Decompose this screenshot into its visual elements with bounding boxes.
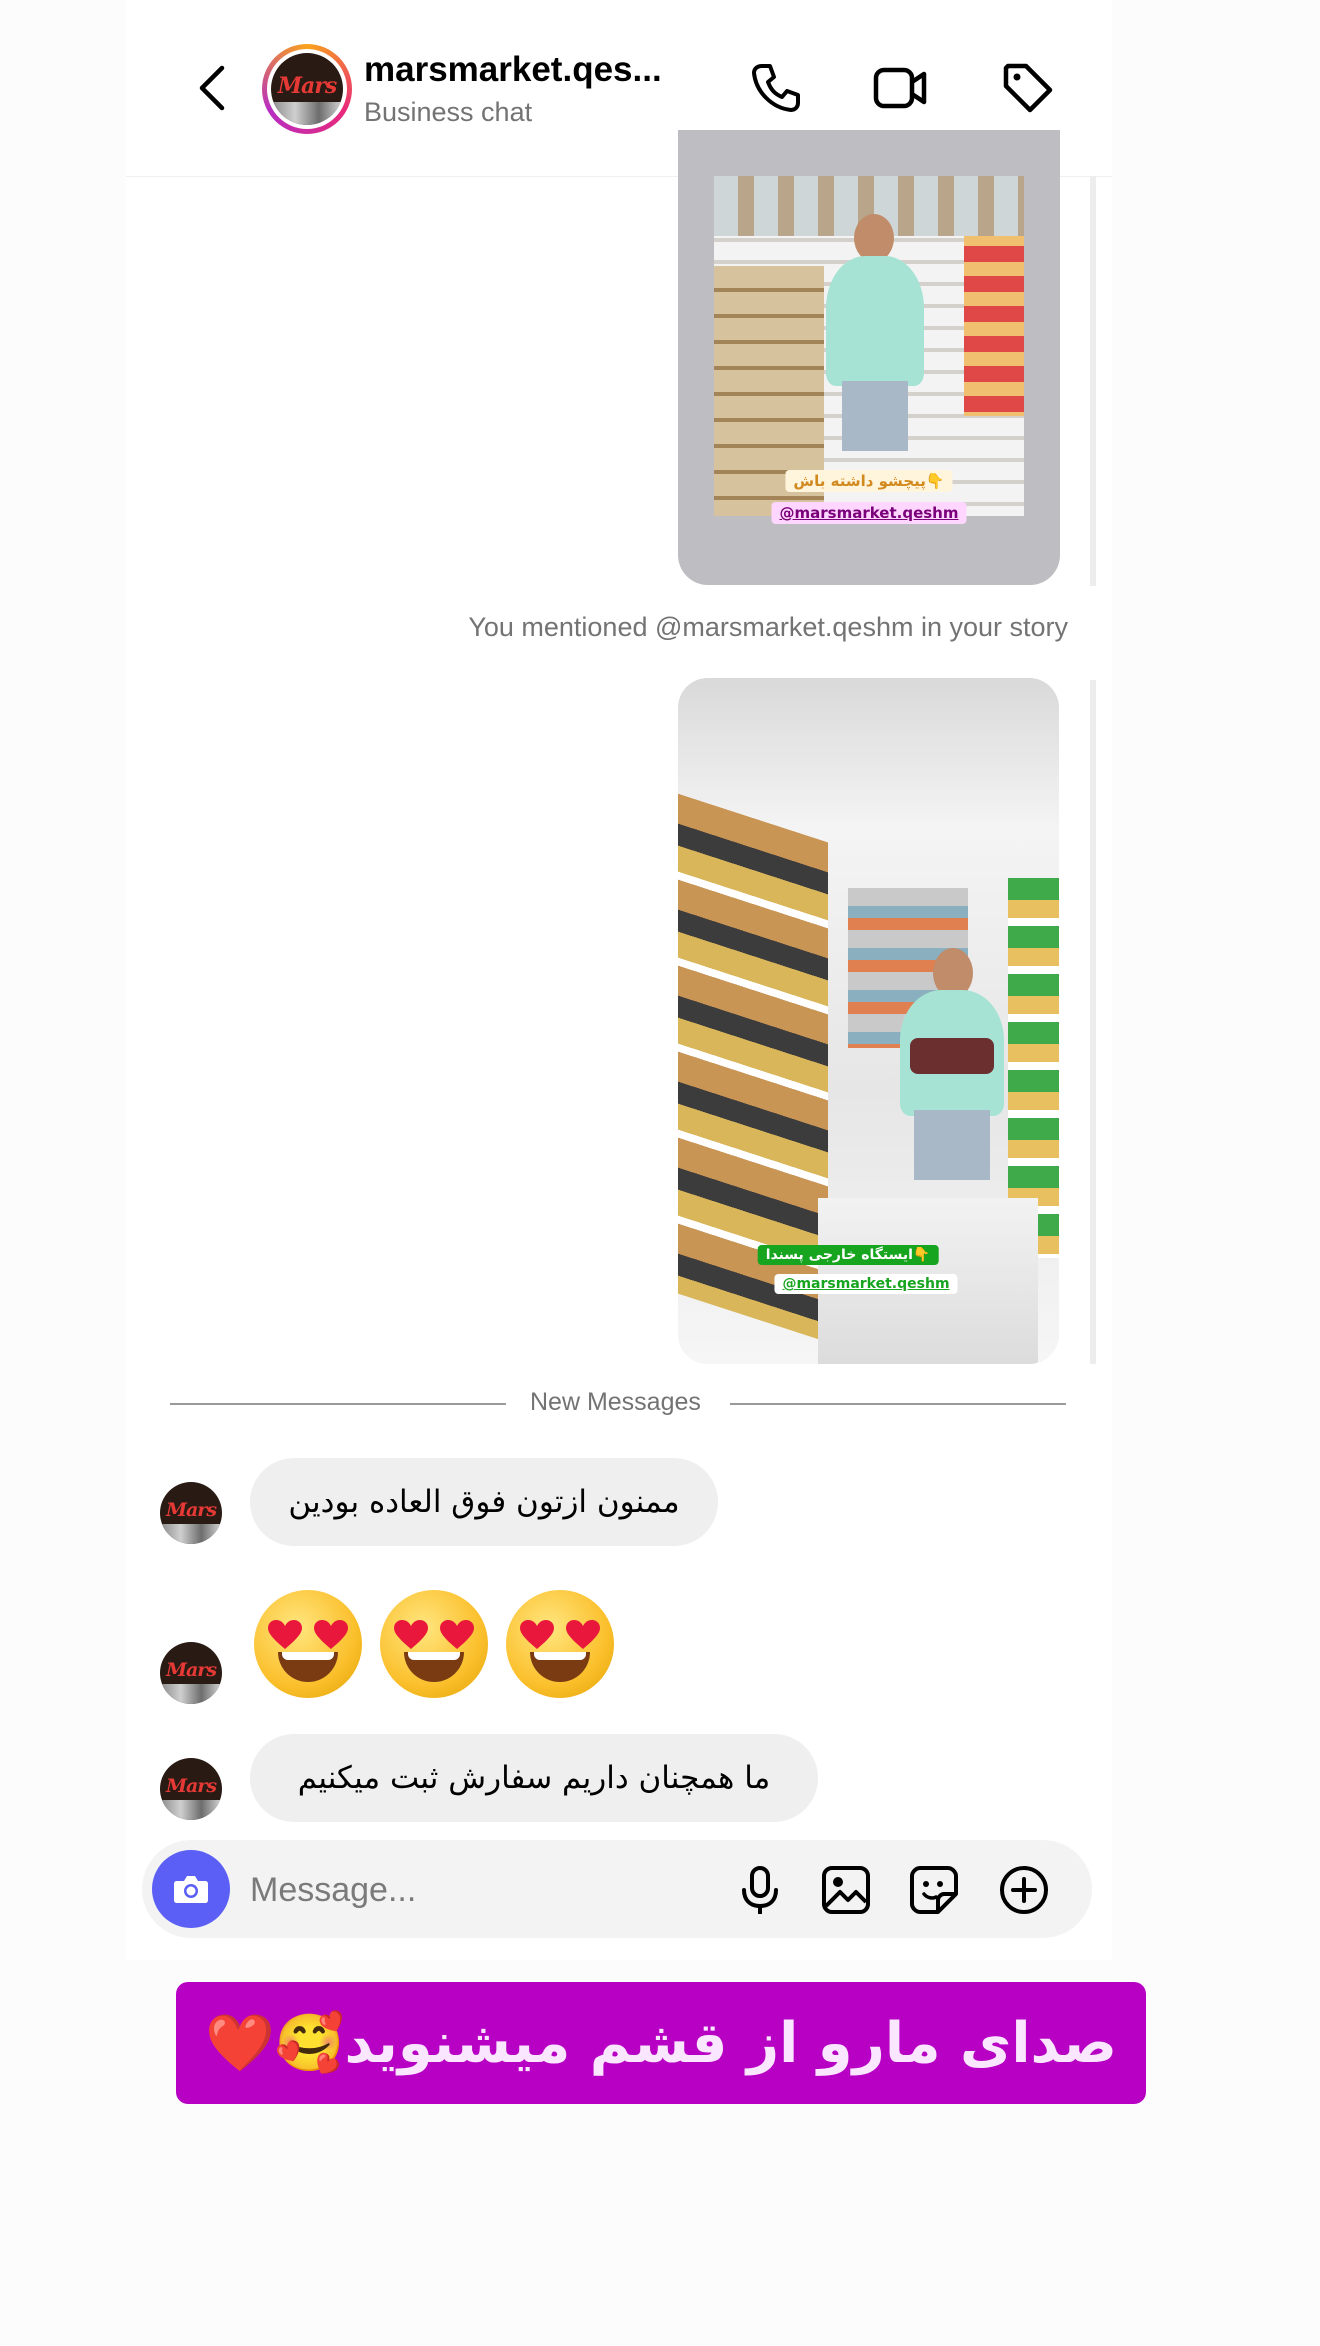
microphone-icon[interactable]	[732, 1862, 788, 1918]
plus-circle-icon[interactable]	[996, 1862, 1052, 1918]
sticker-icon[interactable]	[906, 1862, 962, 1918]
story-thread-line-1	[1090, 176, 1096, 586]
story-sticker-1: پیچشو داشته باش👇	[785, 470, 953, 492]
caption-banner-text: صدای مارو از قشم میشنوید🥰❤️	[204, 2011, 1118, 2076]
story-mention-tag-2[interactable]: @marsmarket.qeshm	[774, 1274, 958, 1294]
camera-button[interactable]	[152, 1850, 230, 1928]
caption-banner: صدای مارو از قشم میشنوید🥰❤️	[176, 1982, 1146, 2104]
message-composer	[142, 1840, 1092, 1938]
story-image-1[interactable]	[714, 176, 1024, 516]
avatar-logo-text: Mars	[165, 1659, 217, 1682]
avatar-logo-text: Mars	[165, 1499, 217, 1522]
camera-icon	[174, 1876, 208, 1903]
story-reply-2[interactable]: 👇ایستگاه خارجی پسندا @marsmarket.qeshm	[678, 678, 1059, 1364]
divider-line-right	[730, 1403, 1066, 1405]
phone-icon[interactable]	[748, 60, 804, 116]
back-arrow-icon[interactable]	[186, 60, 242, 116]
chat-subtitle: Business chat	[364, 97, 533, 127]
sender-avatar[interactable]: Mars	[160, 1758, 222, 1820]
story-sticker-2: 👇ایستگاه خارجی پسندا	[757, 1245, 939, 1265]
sender-avatar[interactable]: Mars	[160, 1482, 222, 1544]
gallery-icon[interactable]	[818, 1862, 874, 1918]
emoji-message[interactable]	[254, 1590, 614, 1698]
story-thread-line-2	[1090, 680, 1096, 1364]
message-bubble-1[interactable]: ممنون ازتون فوق العاده بودین	[250, 1458, 718, 1546]
new-messages-divider: New Messages	[530, 1388, 701, 1416]
story-mention-note: You mentioned @marsmarket.qeshm in your …	[468, 612, 1068, 642]
story-reply-1[interactable]: پیچشو داشته باش👇 @marsmarket.qeshm	[678, 130, 1060, 585]
sender-avatar[interactable]: Mars	[160, 1642, 222, 1704]
story-mention-tag-1[interactable]: @marsmarket.qeshm	[771, 502, 967, 524]
divider-line-left	[170, 1403, 506, 1405]
avatar-logo-text: Mars	[277, 73, 338, 100]
profile-avatar[interactable]: Mars	[262, 44, 352, 134]
heart-eyes-emoji-icon	[254, 1590, 362, 1698]
message-bubble-3[interactable]: ما همچنان داریم سفارش ثبت میکنیم	[250, 1734, 818, 1822]
heart-eyes-emoji-icon	[506, 1590, 614, 1698]
tag-icon[interactable]	[1000, 60, 1056, 116]
avatar-logo-text: Mars	[165, 1775, 217, 1798]
heart-eyes-emoji-icon	[380, 1590, 488, 1698]
video-camera-icon[interactable]	[872, 60, 928, 116]
chat-title[interactable]: marsmarket.qes...	[364, 50, 694, 90]
message-input[interactable]	[248, 1862, 682, 1918]
